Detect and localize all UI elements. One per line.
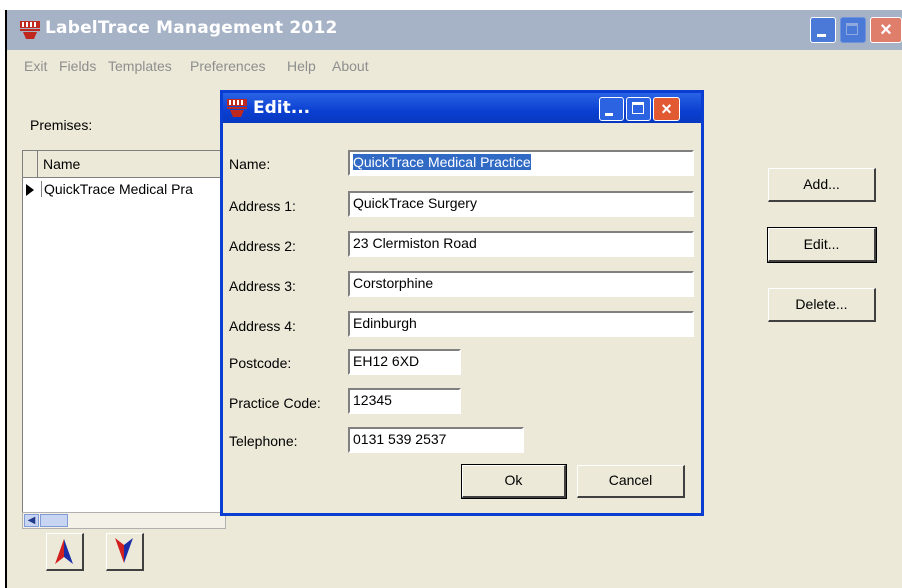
dialog-title: Edit...: [253, 98, 311, 118]
table-row[interactable]: QuickTrace Medical Pra: [23, 178, 225, 202]
address3-label: Address 3:: [229, 278, 296, 294]
arrow-down-icon: [115, 538, 133, 563]
dialog-logo-icon: [227, 99, 247, 117]
postcode-label: Postcode:: [229, 355, 292, 371]
address2-label: Address 2:: [229, 238, 296, 254]
menu-help[interactable]: Help: [287, 58, 316, 74]
move-down-button[interactable]: [106, 533, 144, 571]
arrow-up-icon: [55, 539, 73, 564]
telephone-field[interactable]: 0131 539 2537: [348, 427, 524, 453]
dialog-close-button[interactable]: ×: [653, 97, 680, 121]
maximize-button[interactable]: [840, 17, 866, 43]
table-cell[interactable]: QuickTrace Medical Pra: [41, 181, 193, 197]
row-pointer-icon: [26, 184, 34, 196]
add-button[interactable]: Add...: [768, 168, 876, 202]
app-logo-icon: [20, 21, 40, 39]
delete-button[interactable]: Delete...: [768, 288, 876, 322]
menu-preferences[interactable]: Preferences: [190, 58, 265, 74]
telephone-label: Telephone:: [229, 433, 298, 449]
menu-fields[interactable]: Fields: [59, 58, 96, 74]
name-value: QuickTrace Medical Practice: [353, 154, 531, 170]
name-label: Name:: [229, 156, 271, 172]
ok-button[interactable]: Ok: [461, 464, 567, 499]
address1-field[interactable]: QuickTrace Surgery: [348, 191, 694, 217]
move-up-button[interactable]: [46, 533, 84, 571]
premises-label: Premises:: [30, 117, 93, 133]
premises-grid[interactable]: Name QuickTrace Medical Pra: [22, 150, 226, 522]
horizontal-scrollbar[interactable]: ◀: [22, 512, 226, 529]
address4-field[interactable]: Edinburgh: [348, 311, 694, 337]
dialog-maximize-button[interactable]: [626, 97, 651, 121]
scroll-left-icon[interactable]: ◀: [24, 514, 39, 527]
postcode-field[interactable]: EH12 6XD: [348, 349, 461, 375]
edit-button[interactable]: Edit...: [767, 227, 877, 263]
cancel-button[interactable]: Cancel: [577, 465, 685, 498]
column-header-name[interactable]: Name: [43, 156, 80, 172]
grid-header: Name: [23, 151, 225, 178]
address4-label: Address 4:: [229, 318, 296, 334]
menu-templates[interactable]: Templates: [108, 58, 172, 74]
practice-code-label: Practice Code:: [229, 395, 321, 411]
dialog-minimize-button[interactable]: [599, 97, 624, 121]
name-field[interactable]: QuickTrace Medical Practice: [348, 150, 694, 176]
main-titlebar[interactable]: LabelTrace Management 2012 ×: [7, 10, 902, 50]
close-button[interactable]: ×: [870, 17, 902, 43]
minimize-button[interactable]: [810, 17, 836, 43]
scroll-thumb[interactable]: [40, 514, 68, 527]
practice-code-field[interactable]: 12345: [348, 388, 461, 414]
address1-label: Address 1:: [229, 198, 296, 214]
dialog-titlebar[interactable]: Edit... ×: [223, 93, 701, 123]
edit-dialog: Edit... × Name: QuickTrace Medical Pract…: [220, 90, 704, 516]
address3-field[interactable]: Corstorphine: [348, 271, 694, 297]
menu-about[interactable]: About: [332, 58, 369, 74]
window-title: LabelTrace Management 2012: [45, 18, 338, 38]
address2-field[interactable]: 23 Clermiston Road: [348, 231, 694, 257]
grid-corner: [23, 151, 38, 177]
menu-exit[interactable]: Exit: [24, 58, 47, 74]
